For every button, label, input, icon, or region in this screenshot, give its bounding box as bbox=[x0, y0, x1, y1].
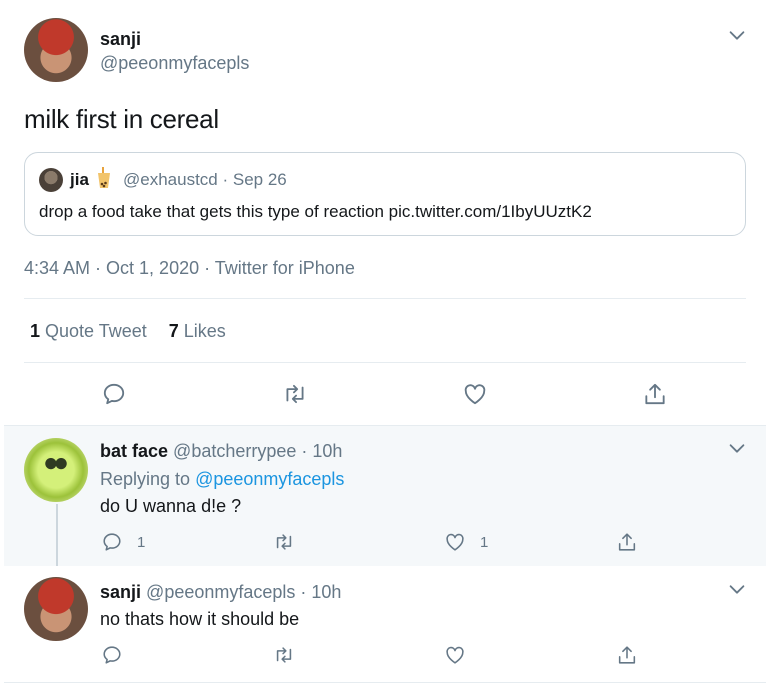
reply-icon[interactable] bbox=[101, 381, 127, 407]
chevron-down-icon[interactable] bbox=[726, 437, 748, 459]
likes-stat[interactable]: 7 Likes bbox=[169, 321, 226, 341]
divider bbox=[4, 425, 766, 426]
avatar[interactable] bbox=[24, 438, 88, 502]
avatar[interactable] bbox=[24, 577, 88, 641]
quote-text: drop a food take that gets this type of … bbox=[39, 202, 592, 221]
divider bbox=[24, 362, 746, 363]
quote-avatar[interactable] bbox=[39, 168, 63, 192]
reply-icon[interactable] bbox=[101, 644, 123, 666]
quote-author-name[interactable]: jia bbox=[70, 170, 89, 190]
reply-icon bbox=[103, 533, 121, 551]
reply-header: bat face @batcherrypee · 10h bbox=[100, 441, 342, 462]
share-icon[interactable] bbox=[642, 381, 668, 407]
like-count: 1 bbox=[480, 533, 489, 551]
author-name[interactable]: sanji bbox=[100, 582, 141, 602]
replying-to-link[interactable]: @peeonmyfacepls bbox=[195, 469, 344, 489]
retweet-icon[interactable] bbox=[282, 381, 308, 407]
avatar[interactable] bbox=[24, 18, 88, 82]
quote-tweet-card[interactable]: jia @exhaustcd · Sep 26 drop a food take… bbox=[24, 152, 746, 236]
tweet-text: milk first in cereal bbox=[24, 104, 219, 134]
author-name[interactable]: bat face bbox=[100, 441, 168, 461]
like-icon[interactable] bbox=[444, 644, 466, 666]
quote-tweet-stat[interactable]: 1 Quote Tweet bbox=[30, 321, 147, 341]
boba-emoji-icon bbox=[97, 167, 111, 189]
divider bbox=[24, 298, 746, 299]
thread-line bbox=[56, 504, 58, 570]
author-handle-time[interactable]: @peeonmyfacepls · 10h bbox=[146, 582, 341, 602]
author-handle-time[interactable]: @batcherrypee · 10h bbox=[173, 441, 342, 461]
retweet-icon[interactable] bbox=[273, 644, 295, 666]
quote-handle-date[interactable]: @exhaustcd · Sep 26 bbox=[123, 170, 287, 190]
replying-to: Replying to @peeonmyfacepls bbox=[100, 469, 345, 489]
author-handle[interactable]: @peeonmyfacepls bbox=[100, 53, 249, 74]
tweet-stats: 1 Quote Tweet 7 Likes bbox=[30, 321, 226, 342]
divider bbox=[4, 682, 766, 683]
share-icon[interactable] bbox=[616, 531, 638, 553]
reply-text: do U wanna d!e ? bbox=[100, 496, 242, 516]
like-icon[interactable] bbox=[462, 381, 488, 407]
reply-count: 1 bbox=[137, 533, 146, 551]
reply-action[interactable]: 1 bbox=[101, 531, 145, 553]
like-action[interactable]: 1 bbox=[444, 531, 488, 553]
like-icon bbox=[446, 533, 464, 551]
tweet-meta[interactable]: 4:34 AM · Oct 1, 2020 · Twitter for iPho… bbox=[24, 258, 355, 279]
retweet-icon[interactable] bbox=[273, 531, 295, 553]
chevron-down-icon[interactable] bbox=[726, 24, 748, 46]
share-icon[interactable] bbox=[616, 644, 638, 666]
reply-header: sanji @peeonmyfacepls · 10h bbox=[100, 582, 341, 603]
chevron-down-icon[interactable] bbox=[726, 578, 748, 600]
reply-text: no thats how it should be bbox=[100, 609, 300, 629]
author-name[interactable]: sanji bbox=[100, 29, 141, 50]
